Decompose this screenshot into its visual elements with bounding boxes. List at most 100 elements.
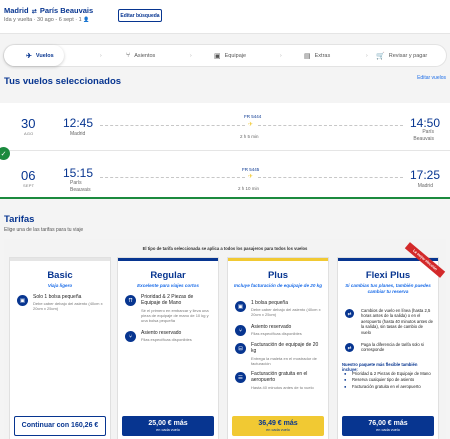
fares-notice: El tipo de tarifa seleccionada se aplica… xyxy=(142,246,308,251)
route-line xyxy=(100,177,245,178)
destination-label: París Beauvais xyxy=(39,6,94,15)
continue-basic-button[interactable]: Continuar con 160,26 € xyxy=(14,416,106,436)
step-label: Asientos xyxy=(134,52,156,59)
trip-type: Ida y vuelta xyxy=(4,17,33,23)
fare-tagline: Si cambias tus planes, también puedes ca… xyxy=(345,283,431,294)
fare-name: Plus xyxy=(267,270,289,281)
select-flexi-plus-button[interactable]: 76,00 € más en cada vuelo xyxy=(342,416,434,436)
route-line xyxy=(258,177,403,178)
departure-time: 15:15 xyxy=(63,166,94,180)
departure-city: París Beauvais xyxy=(70,180,91,193)
card-top-bar xyxy=(118,258,218,261)
select-regular-button[interactable]: 25,00 € más en cada vuelo xyxy=(122,416,214,436)
fare-tagline: Excelente para viajes cortos xyxy=(137,283,199,288)
step-flights[interactable]: ✈ Vuelos xyxy=(4,45,64,66)
route-line xyxy=(258,125,403,126)
feature-title: Facturación gratuita en el aeropuerto xyxy=(251,371,308,384)
arrival-city: París Beauvais xyxy=(413,129,434,142)
feature-title: Facturación de equipaje de 20 kg xyxy=(251,342,319,355)
fare-name: Basic xyxy=(47,270,73,281)
roundtrip-icon: ⇄ xyxy=(31,9,37,15)
list-item-text: Reserva cualquier tipo de asiento xyxy=(352,377,415,383)
checkin-icon: ☰ xyxy=(235,372,246,383)
trip-dates: 30 ago - 6 sept xyxy=(37,17,74,23)
step-label: Equipaje xyxy=(224,52,247,59)
origin-label: Madrid xyxy=(4,6,29,15)
feature-title: Paga la diferencia de tarifa solo si cor… xyxy=(361,342,424,353)
trip-summary: Ida y vuelta · 30 ago - 6 sept · 1 👤 xyxy=(4,17,90,23)
edit-search-button[interactable]: Editar búsqueda xyxy=(118,9,162,22)
flight-number: FR 5444 xyxy=(244,114,262,119)
feature-title: Asiento reservado xyxy=(141,330,182,336)
feature-desc: Debe caber debajo del asiento (40cm x 20… xyxy=(251,307,321,317)
fare-name: Regular xyxy=(150,270,186,281)
list-item: ● Reserva cualquier tipo de asiento xyxy=(344,377,434,382)
card-top-bar xyxy=(228,258,328,261)
edit-flights-link[interactable]: Editar vuelos xyxy=(417,75,446,81)
feature-title: Solo 1 bolsa pequeña xyxy=(33,294,82,300)
priority-icon: ⇈ xyxy=(125,295,136,306)
flights-card: 30 AGO 12:45 Madrid FR 5444 ✈ 2 h 5 min … xyxy=(0,103,450,199)
bag-icon: ▣ xyxy=(17,295,28,306)
fare-tagline: Viaja ligero xyxy=(47,283,73,288)
cta-label: 76,00 € más xyxy=(368,419,408,427)
fare-card-basic[interactable]: Basic Viaja ligero ▣ Solo 1 bolsa pequeñ… xyxy=(10,258,110,439)
fare-card-flexi-plus[interactable]: Flexi Plus Si cambias tus planes, tambié… xyxy=(338,258,438,439)
bag-icon: ▣ xyxy=(235,301,246,312)
fare-tagline: Incluye facturación de equipaje de 20 kg xyxy=(233,283,323,288)
fares-subtitle: Elige una de las tarifas para tu viaje xyxy=(4,227,84,233)
list-item-text: Prioridad & 2 Piezas de Equipaje de Mano xyxy=(352,371,431,376)
feature-desc: Entrega la maleta en el mostrador de fac… xyxy=(251,356,317,366)
flight-month: SEPT xyxy=(23,183,35,188)
plane-icon: ✈ xyxy=(248,174,254,180)
flight-duration: 2 h 10 min xyxy=(238,186,260,191)
list-item: ● Facturación gratuita en el aeropuerto xyxy=(344,384,434,389)
arrival-time: 14:50 xyxy=(410,116,441,130)
bullet-icon: ● xyxy=(344,377,347,383)
step-review-pay[interactable]: 🛒 Revisar y pagar xyxy=(376,45,427,66)
cta-label: Continuar con 160,26 € xyxy=(21,422,99,429)
divider xyxy=(0,150,450,151)
top-bar: Madrid ⇄ París Beauvais Ida y vuelta · 3… xyxy=(0,0,450,34)
selection-accent-bar xyxy=(0,197,450,199)
bullet-icon: ● xyxy=(344,383,347,389)
feature-title: Asiento reservado xyxy=(251,324,292,330)
feature-desc: Filas específicas disponibles xyxy=(141,337,192,342)
step-label: Extras xyxy=(314,52,331,59)
step-seats[interactable]: ⑂ Asientos xyxy=(126,45,155,66)
chevron-right-icon: › xyxy=(190,53,192,59)
fare-name: Flexi Plus xyxy=(365,270,411,281)
list-item-text: Facturación gratuita en el aeropuerto xyxy=(352,383,421,389)
flight-number: FR 5445 xyxy=(242,167,260,172)
luggage-icon: ⊟ xyxy=(235,343,246,354)
cta-sublabel: en cada vuelo xyxy=(156,427,180,432)
feature-desc: Hasta 40 minutos antes de tu vuelo xyxy=(251,385,314,390)
flight-duration: 2 h 5 min xyxy=(240,134,259,139)
change-icon: ⇄ xyxy=(345,343,354,352)
seat-icon: ⑂ xyxy=(126,52,131,59)
seat-icon: ⑂ xyxy=(235,325,246,336)
plane-icon: ✈ xyxy=(26,52,32,60)
arrival-city: Madrid xyxy=(417,183,433,189)
seat-icon: ⑂ xyxy=(125,331,136,342)
select-plus-button[interactable]: 36,49 € más en cada vuelo xyxy=(232,416,324,436)
step-baggage[interactable]: ▣ Equipaje xyxy=(214,45,246,66)
feature-title: Cambios de vuelo en línea (hasta 2,5 hor… xyxy=(361,308,433,335)
bag-icon: ▣ xyxy=(214,52,221,60)
departure-city: Madrid xyxy=(70,131,86,137)
chevron-right-icon: › xyxy=(366,53,368,59)
fare-card-regular[interactable]: Regular Excelente para viajes cortos ⇈ P… xyxy=(118,258,218,439)
list-item: ● Prioridad & 2 Piezas de Equipaje de Man… xyxy=(344,371,434,376)
step-extras[interactable]: ▤ Extras xyxy=(304,45,330,66)
flight-month: AGO xyxy=(24,131,34,136)
bullet-icon: ● xyxy=(344,371,347,376)
feature-desc: Debe caber debajo del asiento (40cm x 20… xyxy=(33,301,103,311)
fare-card-plus[interactable]: Plus Incluye facturación de equipaje de … xyxy=(228,258,328,439)
change-icon: ⇄ xyxy=(345,309,354,318)
selected-flights-title: Tus vuelos seleccionados xyxy=(4,76,122,87)
departure-time: 12:45 xyxy=(63,116,94,130)
fares-title: Tarifas xyxy=(4,214,35,225)
arrival-time: 17:25 xyxy=(410,168,441,182)
step-label: Vuelos xyxy=(35,52,54,59)
plane-icon: ✈ xyxy=(248,122,254,128)
